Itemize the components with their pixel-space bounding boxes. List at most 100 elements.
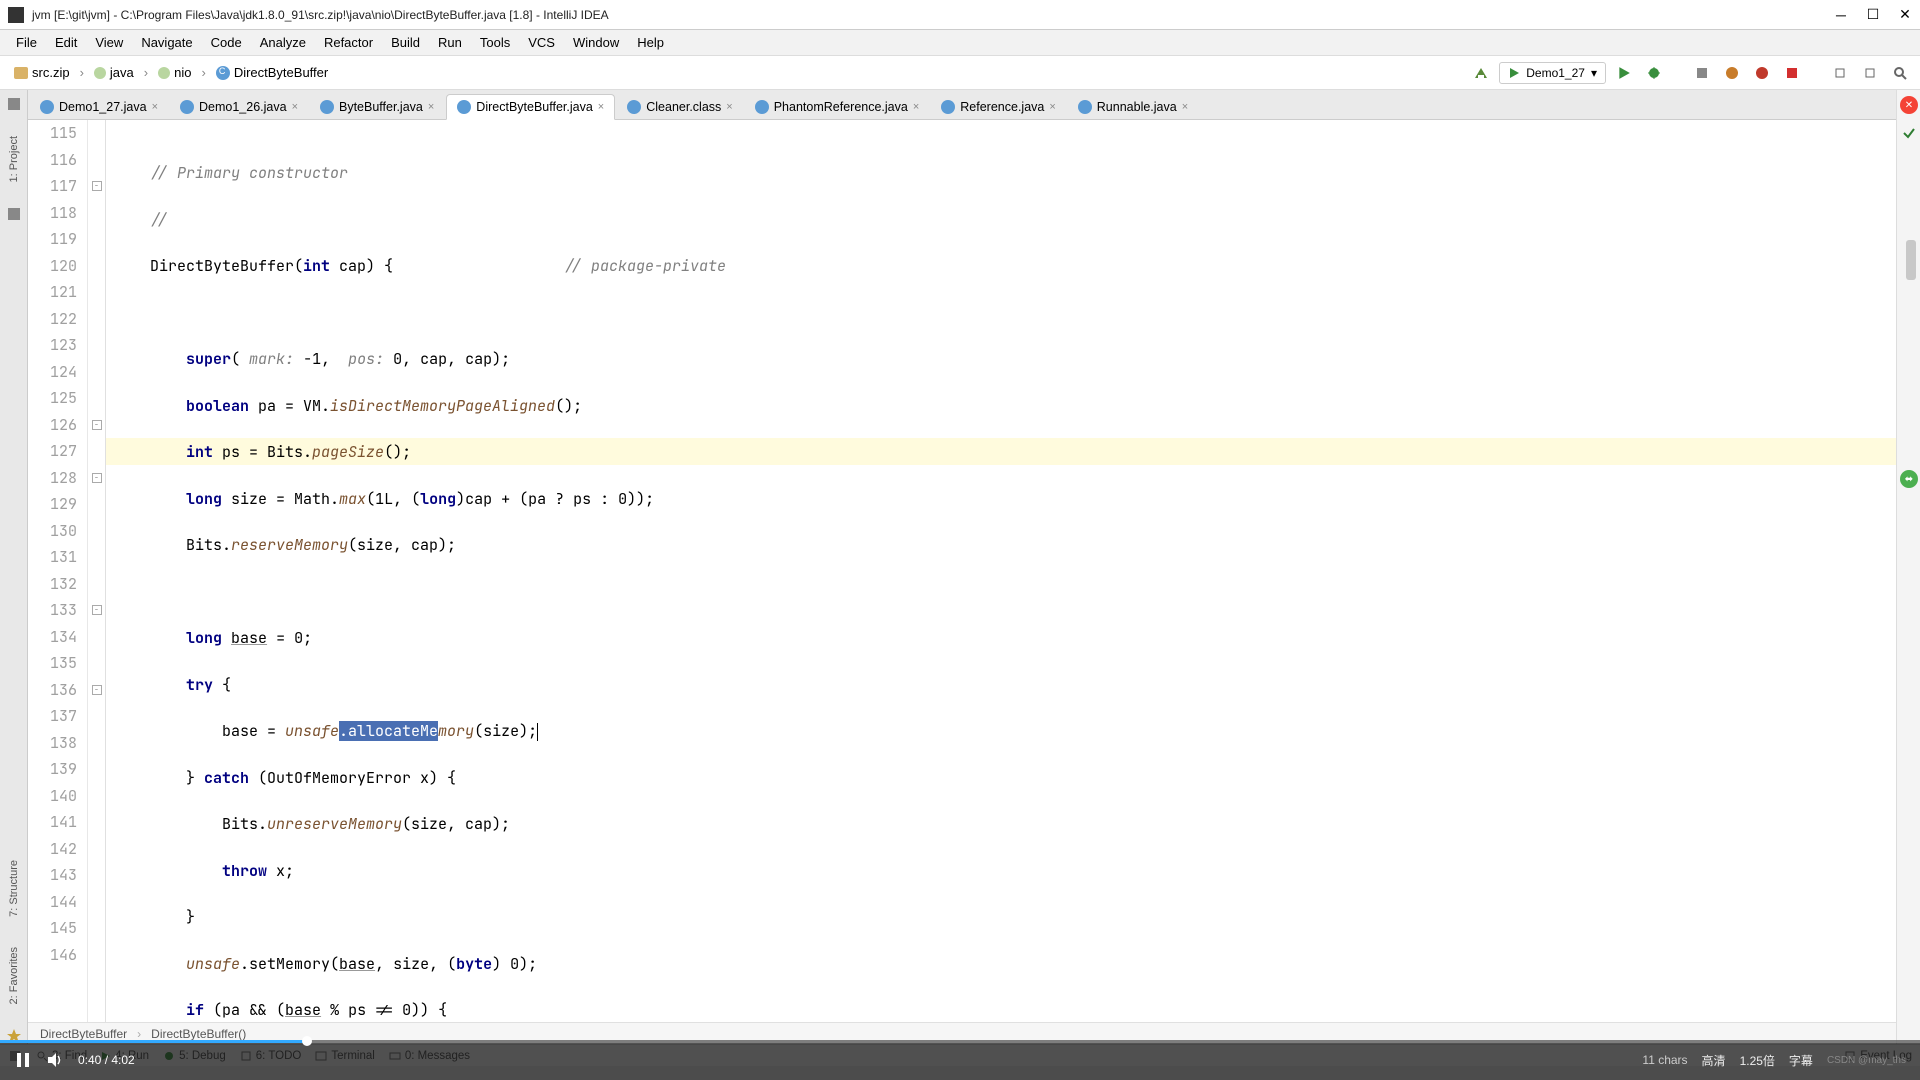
tool-structure[interactable]: 7: Structure	[6, 854, 22, 923]
stop-button[interactable]	[1780, 61, 1804, 85]
menu-bar: File Edit View Navigate Code Analyze Ref…	[0, 30, 1920, 56]
close-button[interactable]: ✕	[1898, 8, 1912, 22]
navtrail-class[interactable]: DirectByteBuffer	[40, 1027, 127, 1041]
pause-button[interactable]	[14, 1051, 32, 1069]
chevron-right-icon: ›	[80, 65, 84, 80]
window-title: jvm [E:\git\jvm] - C:\Program Files\Java…	[32, 8, 1834, 22]
vcs-commit-button[interactable]	[1858, 61, 1882, 85]
editor-marker-strip[interactable]: ✕ ⬌	[1896, 90, 1920, 1044]
minimize-button[interactable]: ─	[1834, 8, 1848, 22]
presentation-assistant-icon[interactable]: ⬌	[1900, 470, 1918, 488]
menu-edit[interactable]: Edit	[47, 31, 85, 54]
search-everywhere-button[interactable]	[1888, 61, 1912, 85]
scrollbar-thumb[interactable]	[1906, 240, 1916, 280]
window-titlebar: jvm [E:\git\jvm] - C:\Program Files\Java…	[0, 0, 1920, 30]
status-c[interactable]: 字幕	[1789, 1052, 1813, 1069]
volume-button[interactable]	[46, 1051, 64, 1069]
profile-button[interactable]	[1720, 61, 1744, 85]
close-icon[interactable]: ×	[726, 101, 732, 113]
close-icon[interactable]: ×	[913, 101, 919, 113]
close-icon[interactable]: ×	[598, 101, 604, 113]
video-progress-bar[interactable]	[0, 1040, 1920, 1043]
app-icon	[8, 7, 24, 23]
fold-gutter: − − − − −	[88, 120, 106, 1022]
build-button[interactable]	[1469, 61, 1493, 85]
tab-reference[interactable]: Reference.java ×	[931, 95, 1066, 119]
menu-analyze[interactable]: Analyze	[252, 31, 314, 54]
code-editor[interactable]: 1151161171181191201211221231241251261271…	[28, 120, 1896, 1022]
breadcrumb: src.zip › java › nio › DirectByteBuffer	[8, 63, 334, 82]
close-icon[interactable]: ×	[428, 101, 434, 113]
package-icon	[158, 67, 170, 79]
tab-label: Runnable.java	[1097, 100, 1177, 114]
java-file-icon	[457, 100, 471, 114]
tab-demo1-26[interactable]: Demo1_26.java×	[170, 95, 308, 119]
tab-phantomreference[interactable]: PhantomReference.java ×	[745, 95, 930, 119]
breadcrumb-label: nio	[174, 65, 191, 80]
tab-bytebuffer[interactable]: ByteBuffer.java×	[310, 95, 444, 119]
project-tool-icon[interactable]	[6, 96, 22, 112]
breadcrumb-item-srczip[interactable]: src.zip	[8, 63, 76, 82]
tab-cleaner[interactable]: Cleaner.class ×	[617, 95, 742, 119]
run-config-selector[interactable]: Demo1_27 ▾	[1499, 62, 1606, 84]
status-a[interactable]: 高清	[1702, 1052, 1726, 1069]
vcs-update-button[interactable]	[1828, 61, 1852, 85]
chevron-right-icon: ›	[137, 1027, 141, 1041]
tool-favorites[interactable]: 2: Favorites	[6, 941, 22, 1010]
video-total-time: 4:02	[111, 1053, 134, 1067]
menu-view[interactable]: View	[87, 31, 131, 54]
close-icon[interactable]: ×	[292, 101, 298, 113]
menu-window[interactable]: Window	[565, 31, 627, 54]
main-toolbar: Demo1_27 ▾	[1469, 61, 1912, 85]
fold-toggle-icon[interactable]: −	[92, 685, 102, 695]
tab-label: PhantomReference.java	[774, 100, 908, 114]
run-button[interactable]	[1612, 61, 1636, 85]
menu-code[interactable]: Code	[203, 31, 250, 54]
close-icon[interactable]: ×	[1049, 101, 1055, 113]
debug-button[interactable]	[1642, 61, 1666, 85]
java-file-icon	[941, 100, 955, 114]
chevron-down-icon: ▾	[1591, 66, 1597, 80]
close-icon[interactable]: ×	[1182, 101, 1188, 113]
video-current-time: 0:40	[78, 1053, 101, 1067]
menu-run[interactable]: Run	[430, 31, 470, 54]
fold-toggle-icon[interactable]: −	[92, 473, 102, 483]
breadcrumb-item-class[interactable]: DirectByteBuffer	[210, 63, 334, 82]
tab-label: Cleaner.class	[646, 100, 721, 114]
inspection-ok-icon	[1902, 126, 1916, 140]
fold-toggle-icon[interactable]: −	[92, 420, 102, 430]
menu-refactor[interactable]: Refactor	[316, 31, 381, 54]
tab-label: Reference.java	[960, 100, 1044, 114]
run-config-name: Demo1_27	[1526, 66, 1585, 80]
breadcrumb-item-java[interactable]: java	[88, 63, 140, 82]
tab-runnable[interactable]: Runnable.java ×	[1068, 95, 1198, 119]
fold-toggle-icon[interactable]: −	[92, 605, 102, 615]
window-controls: ─ ☐ ✕	[1834, 8, 1912, 22]
java-file-icon	[1078, 100, 1092, 114]
menu-file[interactable]: File	[8, 31, 45, 54]
tab-label: Demo1_27.java	[59, 100, 147, 114]
coverage-button[interactable]	[1690, 61, 1714, 85]
fold-toggle-icon[interactable]: −	[92, 181, 102, 191]
java-file-icon	[755, 100, 769, 114]
close-icon[interactable]: ×	[152, 101, 158, 113]
menu-tools[interactable]: Tools	[472, 31, 518, 54]
menu-navigate[interactable]: Navigate	[133, 31, 200, 54]
video-player-controls: 0:40 / 4:02 11 chars 高清 1.25倍 字幕 CSDN @m…	[0, 1040, 1920, 1080]
java-file-icon	[180, 100, 194, 114]
menu-help[interactable]: Help	[629, 31, 672, 54]
status-b[interactable]: 1.25倍	[1740, 1052, 1775, 1069]
code-area[interactable]: // Primary constructor // DirectByteBuff…	[106, 120, 1896, 1022]
tab-demo1-27[interactable]: Demo1_27.java ×	[30, 95, 168, 119]
package-icon	[94, 67, 106, 79]
structure-tool-icon[interactable]	[6, 206, 22, 222]
attach-button[interactable]	[1750, 61, 1774, 85]
class-icon	[216, 66, 230, 80]
tab-directbytebuffer[interactable]: DirectByteBuffer.java×	[446, 94, 615, 120]
menu-vcs[interactable]: VCS	[520, 31, 563, 54]
maximize-button[interactable]: ☐	[1866, 8, 1880, 22]
menu-build[interactable]: Build	[383, 31, 428, 54]
breadcrumb-item-nio[interactable]: nio	[152, 63, 197, 82]
tool-project[interactable]: 1: Project	[6, 130, 22, 188]
navtrail-method[interactable]: DirectByteBuffer()	[151, 1027, 246, 1041]
